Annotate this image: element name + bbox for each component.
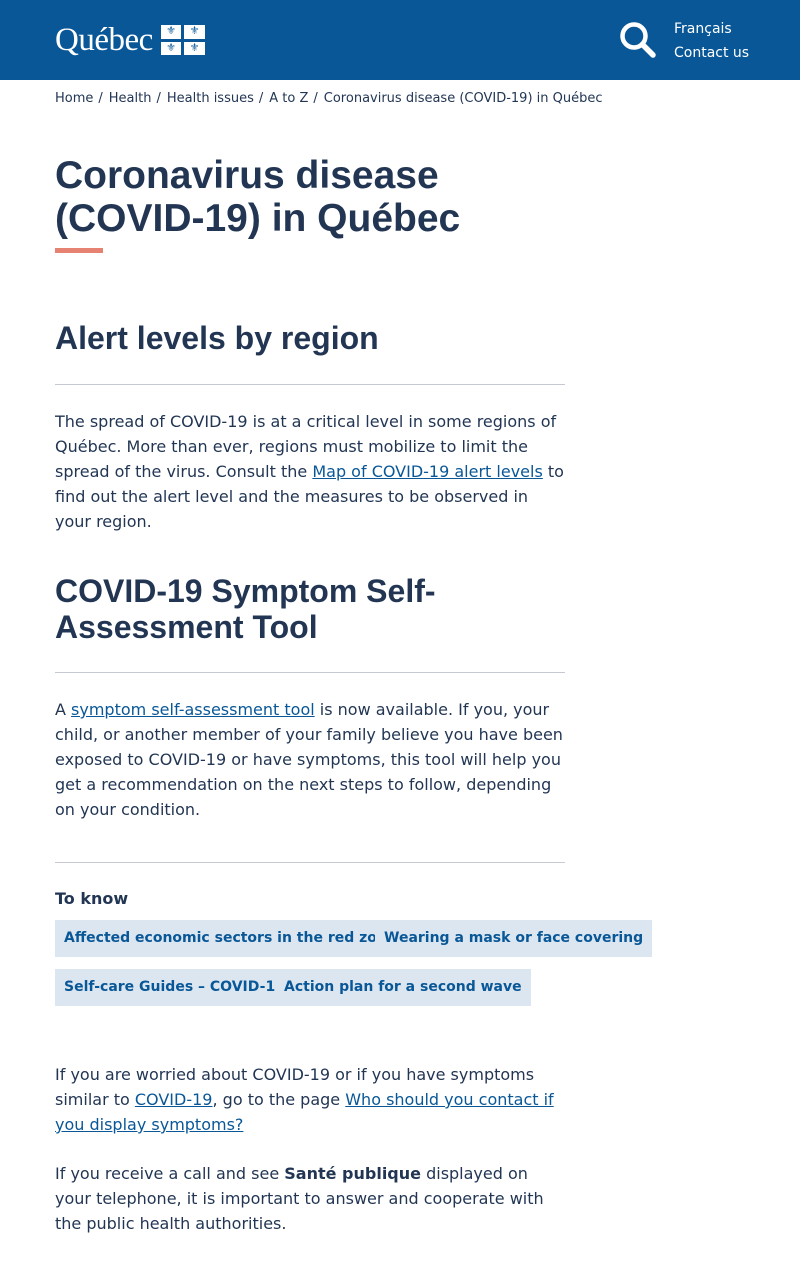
quebec-logo[interactable]: Québec xyxy=(55,22,205,58)
alert-map-link[interactable]: Map of COVID-19 alert levels xyxy=(312,462,542,481)
sante-publique-label: Santé publique xyxy=(284,1164,421,1183)
breadcrumb-a-to-z[interactable]: A to Z xyxy=(269,91,308,106)
breadcrumb-health[interactable]: Health xyxy=(109,91,152,106)
breadcrumb: Home / Health / Health issues / A to Z / Coronav… xyxy=(55,89,603,109)
alert-levels-paragraph: The spread of COVID-19 is at a critical … xyxy=(55,409,567,534)
tag-affected-sectors[interactable]: Affected economic sectors in the red zon… xyxy=(55,920,406,957)
breadcrumb-separator: / xyxy=(156,91,161,106)
self-assessment-tool-link[interactable]: symptom self-assessment tool xyxy=(71,700,315,719)
covid-19-link[interactable]: COVID-19 xyxy=(135,1090,213,1109)
breadcrumb-separator: / xyxy=(313,91,318,106)
contact-us-link[interactable]: Contact us xyxy=(674,41,749,65)
breadcrumb-health-issues[interactable]: Health issues xyxy=(167,91,254,106)
paragraph-text: , go to the page xyxy=(212,1090,346,1109)
to-know-heading: To know xyxy=(55,889,129,908)
page-title: Coronavirus disease (COVID-19) in Québec xyxy=(55,154,461,240)
tag-self-care-guides[interactable]: Self-care Guides – COVID-19 xyxy=(55,969,294,1006)
section-divider xyxy=(55,672,565,673)
public-health-call-paragraph: If you receive a call and see Santé publ… xyxy=(55,1161,567,1236)
search-button[interactable] xyxy=(619,21,657,59)
self-assessment-paragraph: A symptom self-assessment tool is now av… xyxy=(55,697,567,822)
alert-levels-heading: Alert levels by region xyxy=(55,320,379,356)
tag-action-plan[interactable]: Action plan for a second wave xyxy=(275,969,531,1006)
breadcrumb-separator: / xyxy=(98,91,103,106)
fleurdelise-flag-icon xyxy=(160,23,205,55)
paragraph-text: If you receive a call and see xyxy=(55,1164,285,1183)
worried-paragraph: If you are worried about COVID-19 or if … xyxy=(55,1062,567,1137)
search-icon xyxy=(620,22,656,58)
breadcrumb-current: Coronavirus disease (COVID-19) in Québec xyxy=(323,91,603,106)
self-assessment-heading: COVID-19 Symptom Self-Assessment Tool xyxy=(55,573,436,645)
section-divider xyxy=(55,384,565,385)
paragraph-text: A xyxy=(55,700,72,719)
language-link[interactable]: Français xyxy=(674,17,749,41)
breadcrumb-separator: / xyxy=(258,91,264,106)
header-links: Français Contact us xyxy=(674,17,749,65)
section-divider xyxy=(55,862,565,863)
tag-wearing-mask[interactable]: Wearing a mask or face covering xyxy=(375,920,653,957)
breadcrumb-home[interactable]: Home xyxy=(55,91,93,106)
logo-wordmark: Québec xyxy=(55,22,153,58)
title-accent-bar xyxy=(55,248,103,253)
site-header: Québec Français Contact us xyxy=(0,0,800,80)
